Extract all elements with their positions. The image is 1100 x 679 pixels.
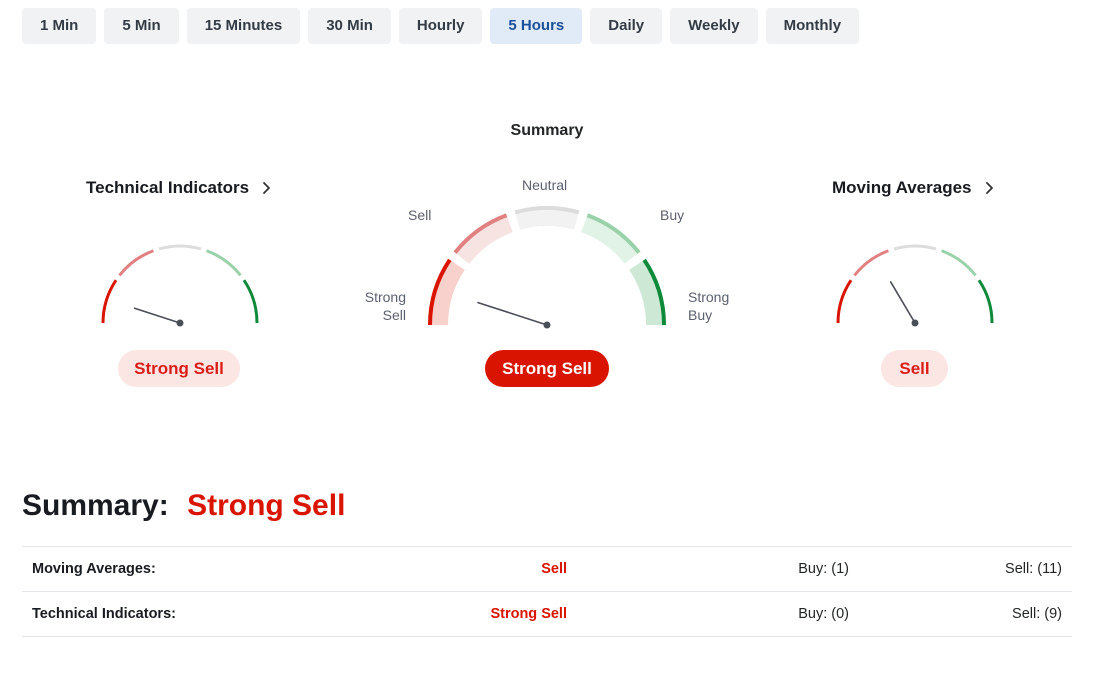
summary-heading-label: Summary: [22, 489, 169, 522]
table-row: Technical Indicators: Strong Sell Buy: (… [22, 591, 1072, 637]
label-buy: Buy [660, 207, 685, 223]
tab-weekly[interactable]: Weekly [670, 8, 758, 44]
label-strong-buy-line1: Strong [688, 289, 730, 305]
gauge-needle-hub [176, 319, 184, 327]
row-status: Sell [541, 561, 567, 577]
gauge-needle [889, 281, 916, 324]
gauge-arc-neutral [158, 244, 202, 251]
chevron-right-icon [985, 182, 993, 194]
gauge-needle [133, 307, 181, 324]
label-sell: Sell [408, 207, 432, 223]
technical-indicators-link[interactable]: Technical Indicators [86, 178, 275, 198]
timeframe-tabs: 1 Min 5 Min 15 Minutes 30 Min Hourly 5 H… [22, 8, 860, 44]
row-buy-count: Buy: (0) [798, 606, 849, 622]
gauge-arc-strong-buy [242, 279, 259, 324]
gauge-arc-strong-buy [977, 279, 994, 324]
gauge-arc-buy [941, 249, 977, 277]
summary-heading: Summary: Strong Sell [22, 489, 345, 523]
moving-averages-title: Moving Averages [832, 178, 972, 197]
summary-gauge-title: Summary [510, 122, 584, 139]
label-strong-sell: Strong Sell [352, 288, 406, 324]
tab-5-min[interactable]: 5 Min [104, 8, 179, 44]
gauge-band-sell [455, 215, 513, 264]
tab-5-hours[interactable]: 5 Hours [490, 8, 583, 44]
moving-averages-badge: Sell [881, 350, 948, 387]
row-status: Strong Sell [490, 606, 567, 622]
gauge-arc-sell [118, 249, 154, 277]
gauge-band-buy [581, 215, 639, 264]
summary-table: Moving Averages: Sell Buy: (1) Sell: (11… [22, 546, 1072, 637]
gauge-arc-strong-sell [836, 279, 853, 324]
row-label: Moving Averages: [32, 561, 156, 577]
label-strong-sell-line1: Strong [364, 289, 406, 305]
label-strong-buy: Strong Buy [688, 288, 729, 324]
gauge-needle-hub [543, 321, 551, 329]
tab-1-min[interactable]: 1 Min [22, 8, 97, 44]
row-sell-count: Sell: (11) [1005, 561, 1062, 577]
gauge-needle [477, 301, 548, 326]
summary-heading-value: Strong Sell [187, 489, 346, 522]
label-strong-sell-line2: Sell [382, 307, 406, 323]
row-sell-count: Sell: (9) [1012, 606, 1062, 622]
row-label: Technical Indicators: [32, 606, 176, 622]
tab-hourly[interactable]: Hourly [398, 8, 483, 44]
summary-badge: Strong Sell [485, 350, 609, 387]
technical-indicators-gauge [101, 244, 259, 327]
table-row: Moving Averages: Sell Buy: (1) Sell: (11… [22, 546, 1072, 592]
tab-monthly[interactable]: Monthly [765, 8, 860, 44]
label-neutral: Neutral [522, 177, 568, 193]
moving-averages-link[interactable]: Moving Averages [832, 178, 998, 198]
gauge-arc-buy [206, 249, 242, 277]
summary-gauge [428, 206, 666, 329]
tab-30-min[interactable]: 30 Min [308, 8, 391, 44]
label-strong-buy-line2: Buy [688, 307, 713, 323]
technical-indicators-badge: Strong Sell [118, 350, 240, 387]
row-buy-count: Buy: (1) [798, 561, 849, 577]
moving-averages-gauge [836, 244, 994, 327]
chevron-right-icon [263, 182, 271, 194]
tab-15-minutes[interactable]: 15 Minutes [186, 8, 301, 44]
gauge-needle-hub [911, 319, 919, 327]
technical-indicators-title: Technical Indicators [86, 178, 250, 197]
gauge-arc-neutral [893, 244, 937, 251]
gauge-arc-strong-sell [101, 279, 118, 324]
gauge-arc-sell [853, 249, 889, 277]
tab-daily[interactable]: Daily [590, 8, 663, 44]
